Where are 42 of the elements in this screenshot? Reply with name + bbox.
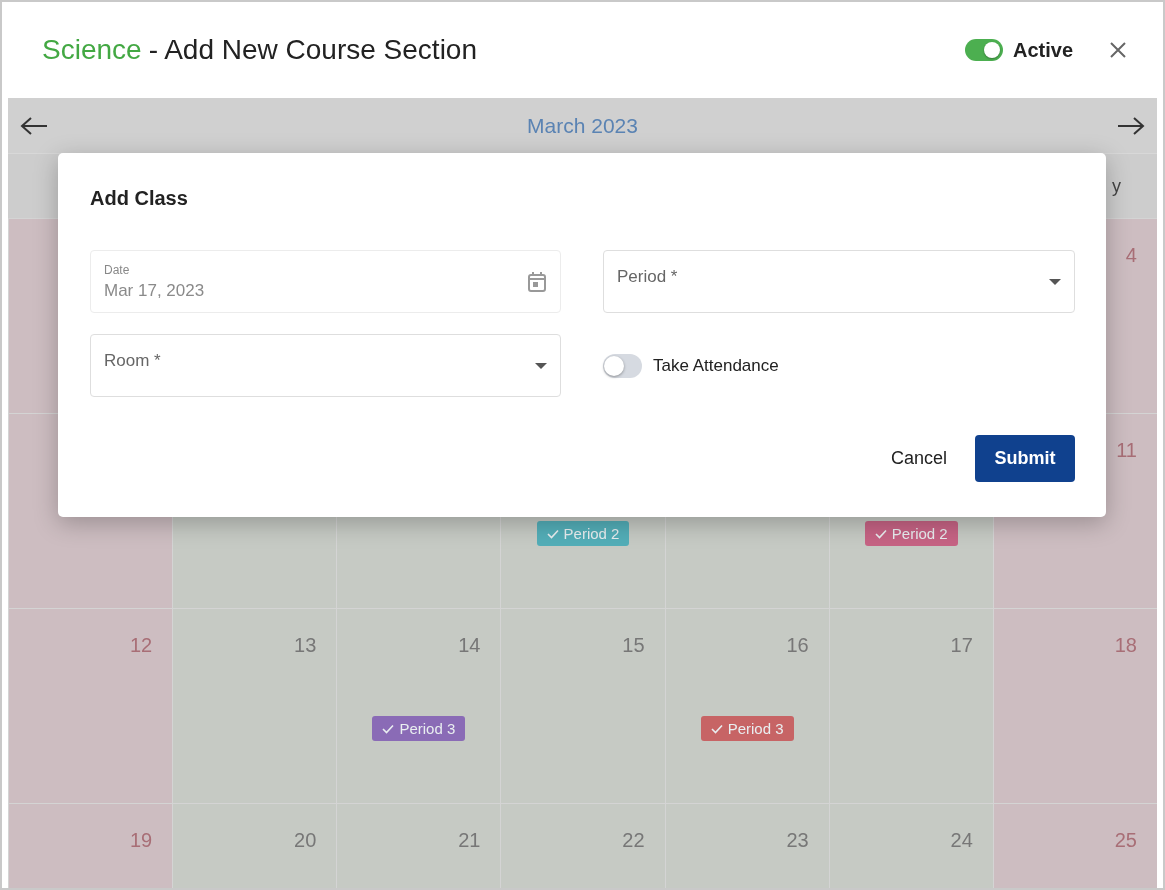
day-number: 21	[458, 829, 481, 853]
day-number: 20	[294, 829, 317, 853]
day-number: 19	[129, 829, 153, 853]
day-number: 17	[950, 634, 973, 658]
day-number: 16	[786, 634, 809, 658]
day-number: 11	[1116, 439, 1137, 463]
day-number: 4	[1125, 244, 1137, 268]
day-number: 14	[458, 634, 481, 658]
event-chip[interactable]: Period 3	[700, 716, 794, 741]
toggle-label: Active	[1012, 38, 1073, 62]
day-number: 23	[786, 829, 809, 853]
attendance-toggle[interactable]	[603, 353, 642, 378]
day-number: 12	[129, 634, 153, 658]
weekday-heading: y	[1112, 175, 1122, 197]
dropdown-caret-icon	[535, 362, 547, 369]
month-title: March 2023	[527, 113, 638, 138]
day-number: 13	[294, 634, 317, 658]
select-field[interactable]: Period *	[603, 250, 1075, 313]
subject-name: Science	[42, 34, 142, 66]
modal-title: Add Class	[90, 187, 189, 210]
dialog-title: - Add New Course Section	[148, 34, 477, 66]
check-icon	[546, 528, 559, 539]
day-number: 15	[622, 634, 645, 658]
event-chip[interactable]: Period 2	[536, 521, 630, 546]
arrow-left-icon[interactable]	[20, 115, 48, 136]
close-icon[interactable]	[1109, 41, 1127, 59]
event-chip[interactable]: Period 2	[864, 521, 958, 546]
arrow-right-icon[interactable]	[1117, 115, 1145, 136]
active-toggle[interactable]	[964, 39, 1003, 61]
day-number: 25	[1114, 829, 1137, 853]
check-icon	[874, 528, 887, 539]
dropdown-caret-icon	[1049, 278, 1061, 285]
toggle-label: Take Attendance	[653, 355, 779, 376]
day-number: 24	[950, 829, 973, 853]
submit-button[interactable]: Submit	[975, 435, 1075, 482]
check-icon	[382, 723, 395, 734]
check-icon	[710, 723, 723, 734]
select-field[interactable]: Room *	[90, 334, 561, 397]
day-number: 22	[622, 829, 645, 853]
cancel-button[interactable]: Cancel	[890, 438, 947, 479]
event-chip[interactable]: Period 3	[372, 716, 466, 741]
day-number: 18	[1114, 634, 1137, 658]
